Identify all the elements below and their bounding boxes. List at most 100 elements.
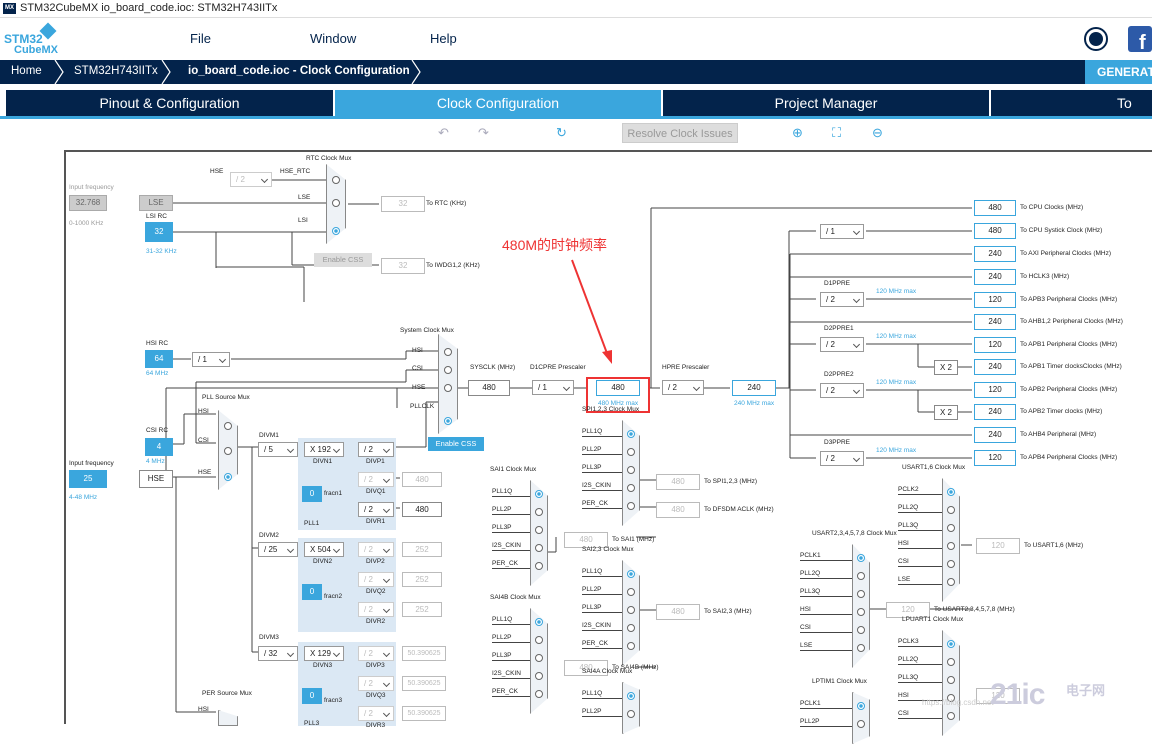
- hse-input-freq[interactable]: 25: [69, 470, 107, 488]
- sai4b-input-radio[interactable]: [535, 618, 543, 626]
- divq3-output[interactable]: 50.390625: [402, 676, 446, 691]
- sai4b-input-radio[interactable]: [535, 654, 543, 662]
- divn3-multiplier[interactable]: X 129: [304, 646, 344, 661]
- sys-mux-hsi-radio[interactable]: [444, 348, 452, 356]
- sai23-output[interactable]: 480: [656, 604, 700, 620]
- sai1-input-radio[interactable]: [535, 562, 543, 570]
- breadcrumb-file[interactable]: io_board_code.ioc - Clock Configuration: [188, 65, 410, 77]
- output-clock-value[interactable]: 240: [974, 427, 1016, 443]
- sai4a-clock-mux[interactable]: [622, 682, 640, 734]
- usart16-input-radio[interactable]: [947, 488, 955, 496]
- usart16-input-radio[interactable]: [947, 506, 955, 514]
- undo-icon[interactable]: ↶: [438, 125, 449, 141]
- zoom-in-icon[interactable]: ⊕: [792, 125, 803, 141]
- divq2-output[interactable]: 252: [402, 572, 442, 587]
- spi123-output[interactable]: 480: [656, 502, 700, 518]
- lse-input-freq[interactable]: 32.768: [69, 195, 107, 211]
- divr1-divider[interactable]: / 2: [358, 502, 394, 517]
- usart2-input-radio[interactable]: [857, 554, 865, 562]
- iwdg-output[interactable]: 32: [381, 258, 425, 274]
- lpuart-input-radio[interactable]: [947, 658, 955, 666]
- divp2-divider[interactable]: / 2: [358, 542, 394, 557]
- divr2-divider[interactable]: / 2: [358, 602, 394, 617]
- lpuart-input-radio[interactable]: [947, 640, 955, 648]
- spi123-output[interactable]: 480: [656, 474, 700, 490]
- d3ppre-divider[interactable]: / 2: [820, 451, 864, 466]
- lpuart-input-radio[interactable]: [947, 676, 955, 684]
- sys-mux-hse-radio[interactable]: [444, 384, 452, 392]
- anniversary-icon[interactable]: [1084, 27, 1108, 51]
- sai4a-input-radio[interactable]: [627, 692, 635, 700]
- enable-css-hse-button[interactable]: Enable CSS: [428, 437, 484, 451]
- divp3-output[interactable]: 50.390625: [402, 646, 446, 661]
- fracn3-value[interactable]: 0: [302, 688, 322, 704]
- hpre-output[interactable]: 240: [732, 380, 776, 396]
- d2ppre1-divider[interactable]: / 2: [820, 337, 864, 352]
- fit-screen-icon[interactable]: ⛶: [832, 125, 841, 141]
- sai23-input-radio[interactable]: [627, 624, 635, 632]
- d2ppre2-divider[interactable]: / 2: [820, 383, 864, 398]
- refresh-icon[interactable]: ↻: [556, 125, 567, 141]
- divr1-output[interactable]: 480: [402, 502, 442, 517]
- divp1-divider[interactable]: / 2: [358, 442, 394, 457]
- output-clock-value[interactable]: 240: [974, 246, 1016, 262]
- output-clock-value[interactable]: 480: [974, 223, 1016, 239]
- sai1-input-radio[interactable]: [535, 508, 543, 516]
- rtc-mux-lsi-radio[interactable]: [332, 227, 340, 235]
- output-clock-value[interactable]: 120: [974, 292, 1016, 308]
- rtc-mux-hse-radio[interactable]: [332, 176, 340, 184]
- divn1-multiplier[interactable]: X 192: [304, 442, 344, 457]
- divr2-output[interactable]: 252: [402, 602, 442, 617]
- spi123-input-radio[interactable]: [627, 484, 635, 492]
- divq1-divider[interactable]: / 2: [358, 472, 394, 487]
- sai4b-input-radio[interactable]: [535, 672, 543, 680]
- enable-css-lse-button[interactable]: Enable CSS: [314, 253, 372, 267]
- spi123-input-radio[interactable]: [627, 502, 635, 510]
- tab-pinout[interactable]: Pinout & Configuration: [6, 90, 333, 116]
- output-clock-value[interactable]: 240: [974, 404, 1016, 420]
- usart2-input-radio[interactable]: [857, 608, 865, 616]
- systick-divider[interactable]: / 1: [820, 224, 864, 239]
- usart2-input-radio[interactable]: [857, 626, 865, 634]
- usart16-input-radio[interactable]: [947, 578, 955, 586]
- divn2-multiplier[interactable]: X 504: [304, 542, 344, 557]
- usart16-output[interactable]: 120: [976, 538, 1020, 554]
- divr3-divider[interactable]: / 2: [358, 706, 394, 721]
- redo-icon[interactable]: ↷: [478, 125, 489, 141]
- resolve-clock-issues-button[interactable]: Resolve Clock Issues: [622, 123, 738, 143]
- usart16-input-radio[interactable]: [947, 542, 955, 550]
- usart16-input-radio[interactable]: [947, 560, 955, 568]
- pll-mux-hse-radio[interactable]: [224, 473, 232, 481]
- output-clock-value[interactable]: 120: [974, 337, 1016, 353]
- divp2-output[interactable]: 252: [402, 542, 442, 557]
- divq3-divider[interactable]: / 2: [358, 676, 394, 691]
- hse-rtc-divider[interactable]: / 2: [230, 172, 272, 187]
- sys-mux-pllclk-radio[interactable]: [444, 417, 452, 425]
- generate-code-button[interactable]: GENERAT: [1085, 60, 1152, 84]
- sai4b-input-radio[interactable]: [535, 690, 543, 698]
- divm1-divider[interactable]: / 5: [258, 442, 298, 457]
- lptim-clock-mux[interactable]: [852, 692, 870, 744]
- fracn1-value[interactable]: 0: [302, 486, 322, 502]
- sai23-input-radio[interactable]: [627, 642, 635, 650]
- output-clock-value[interactable]: 120: [974, 450, 1016, 466]
- output-clock-value[interactable]: 240: [974, 314, 1016, 330]
- sys-mux-csi-radio[interactable]: [444, 366, 452, 374]
- divr3-output[interactable]: 50.390625: [402, 706, 446, 721]
- divq1-output[interactable]: 480: [402, 472, 442, 487]
- sysclk-value[interactable]: 480: [468, 380, 510, 396]
- divm2-divider[interactable]: / 25: [258, 542, 298, 557]
- divm3-divider[interactable]: / 32: [258, 646, 298, 661]
- lptim-input-radio[interactable]: [857, 702, 865, 710]
- hsi-divider[interactable]: / 1: [192, 352, 230, 367]
- rtc-output[interactable]: 32: [381, 196, 425, 212]
- tab-clock-configuration[interactable]: Clock Configuration: [335, 90, 661, 116]
- breadcrumb-home[interactable]: Home: [11, 65, 42, 77]
- zoom-out-icon[interactable]: ⊖: [872, 125, 883, 141]
- d1cpre-divider[interactable]: / 1: [532, 380, 574, 395]
- sai23-input-radio[interactable]: [627, 570, 635, 578]
- lptim-input-radio[interactable]: [857, 720, 865, 728]
- sai4b-input-radio[interactable]: [535, 636, 543, 644]
- breadcrumb-device[interactable]: STM32H743IITx: [74, 65, 158, 77]
- tab-tools[interactable]: To: [991, 90, 1152, 116]
